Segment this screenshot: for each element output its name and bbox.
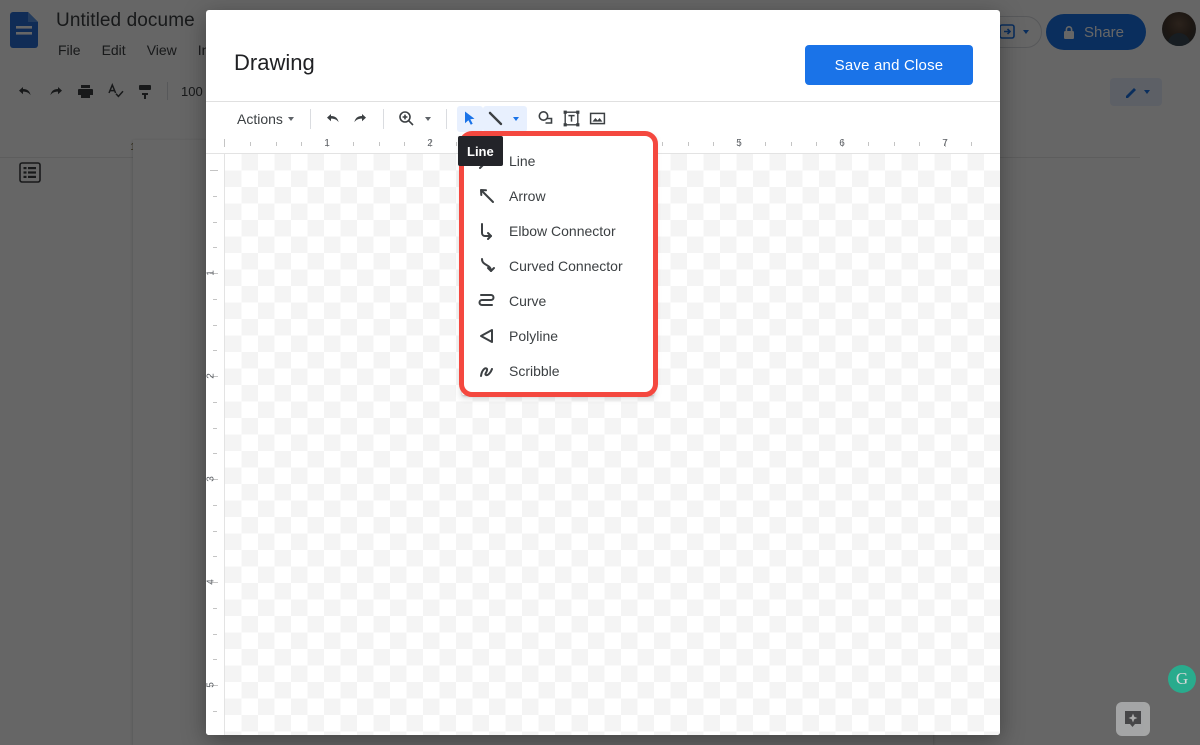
line-tool-icon <box>483 106 509 132</box>
chevron-down-icon <box>425 117 431 121</box>
scribble-icon <box>477 361 497 381</box>
ruler-number: 2 <box>206 373 216 379</box>
shape-tool-button[interactable] <box>533 106 559 132</box>
screen: Untitled docume File Edit View In <box>0 0 1200 745</box>
ruler-number: 2 <box>427 138 433 149</box>
toolbar-divider <box>446 109 447 129</box>
arrow-icon <box>477 186 507 206</box>
line-tool-button[interactable] <box>483 106 527 132</box>
image-tool-button[interactable] <box>585 106 611 132</box>
menu-item-elbow-connector[interactable]: Elbow Connector <box>462 213 654 248</box>
ruler-number: 1 <box>324 138 330 149</box>
explore-button[interactable] <box>1116 702 1150 736</box>
menu-item-label: Elbow Connector <box>507 223 616 239</box>
ruler-number: 4 <box>206 579 216 585</box>
menu-item-label: Curved Connector <box>507 258 623 274</box>
line-tool-dropdown-caret[interactable] <box>509 117 523 121</box>
ruler-number: 1 <box>206 270 216 276</box>
menu-item-label: Polyline <box>507 328 558 344</box>
menu-item-scribble[interactable]: Scribble <box>462 353 654 388</box>
menu-item-polyline[interactable]: Polyline <box>462 318 654 353</box>
curve-icon <box>477 291 507 311</box>
menu-item-curve[interactable]: Curve <box>462 283 654 318</box>
grammarly-badge[interactable]: G <box>1168 665 1196 693</box>
chevron-down-icon <box>288 117 294 121</box>
select-arrow-icon <box>460 109 479 128</box>
actions-menu-button[interactable]: Actions <box>231 107 300 131</box>
polyline-icon <box>477 326 507 346</box>
arrow-icon <box>477 186 497 206</box>
toolbar-divider <box>310 109 311 129</box>
redo-icon <box>350 109 369 128</box>
elbow-connector-icon <box>477 221 497 241</box>
dialog-header: Drawing Save and Close <box>206 10 1000 102</box>
menu-item-curved-connector[interactable]: Curved Connector <box>462 248 654 283</box>
menu-item-label: Arrow <box>507 188 546 204</box>
line-tooltip: Line <box>458 136 503 166</box>
zoom-in-icon <box>397 109 416 128</box>
line-type-menu: Line Arrow Elbow Connector Curved Connector… <box>462 136 654 395</box>
save-and-close-button[interactable]: Save and Close <box>805 45 973 85</box>
menu-item-label: Scribble <box>507 363 560 379</box>
menu-item-label: Curve <box>507 293 546 309</box>
undo-icon <box>324 109 343 128</box>
curved-connector-icon <box>477 256 497 276</box>
ruler-number: 5 <box>206 682 216 688</box>
drawing-toolbar: Actions <box>206 102 1000 135</box>
select-tool-button[interactable] <box>457 106 483 132</box>
undo-button[interactable] <box>321 106 347 132</box>
curve-icon <box>477 291 497 311</box>
ruler-number: 7 <box>942 138 948 149</box>
dialog-title: Drawing <box>234 50 315 76</box>
shape-icon <box>536 109 555 128</box>
actions-label: Actions <box>237 111 283 127</box>
ruler-number: 5 <box>736 138 742 149</box>
vertical-ruler: 1 2 3 4 5 <box>206 154 225 735</box>
text-box-icon <box>562 109 581 128</box>
curved-connector-icon <box>477 256 507 276</box>
zoom-button[interactable] <box>394 106 420 132</box>
explore-sparkle-icon <box>1122 708 1144 730</box>
elbow-connector-icon <box>477 221 507 241</box>
scribble-icon <box>477 361 507 381</box>
ruler-number: 6 <box>839 138 845 149</box>
chevron-down-icon <box>513 117 519 121</box>
zoom-dropdown-button[interactable] <box>420 106 436 132</box>
textbox-tool-button[interactable] <box>559 106 585 132</box>
ruler-number: 3 <box>206 476 216 482</box>
redo-button[interactable] <box>347 106 373 132</box>
menu-item-label: Line <box>507 153 535 169</box>
toolbar-divider <box>383 109 384 129</box>
menu-item-arrow[interactable]: Arrow <box>462 178 654 213</box>
polyline-icon <box>477 326 497 346</box>
image-icon <box>588 109 607 128</box>
